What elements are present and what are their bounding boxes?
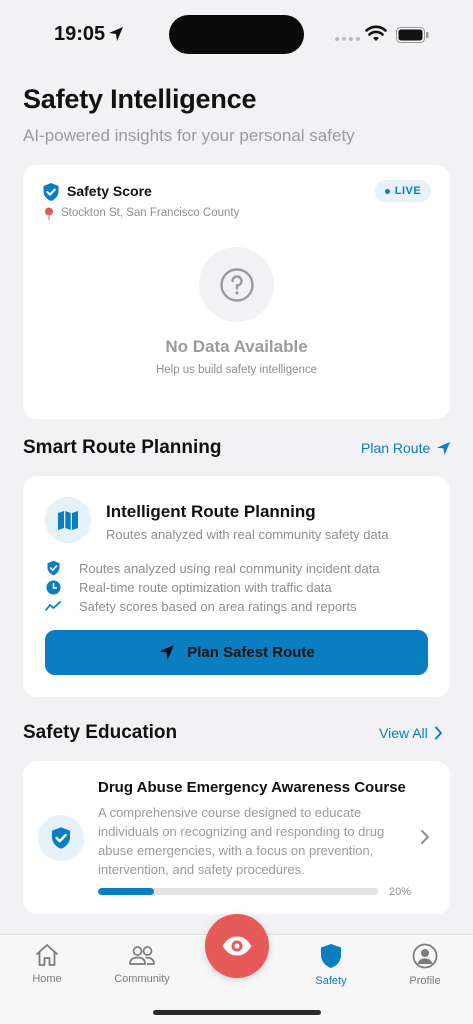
clock-icon — [45, 579, 61, 595]
status-bar: 19:05 — [0, 0, 473, 70]
navigation-arrow-icon — [159, 645, 175, 660]
route-section-title: Smart Route Planning — [23, 437, 222, 458]
no-data-indicator — [199, 247, 274, 322]
status-time: 19:05 — [54, 23, 106, 45]
profile-icon — [412, 943, 438, 969]
feature-item: Real-time route optimization with traffi… — [45, 579, 332, 595]
map-icon — [58, 511, 78, 530]
tab-profile-label: Profile — [409, 975, 441, 987]
map-pin-icon — [45, 207, 53, 221]
education-section-title: Safety Education — [23, 722, 178, 743]
plan-safest-route-label: Plan Safest Route — [187, 644, 315, 661]
no-data-title: No Data Available — [165, 337, 308, 356]
chevron-right-icon — [434, 726, 442, 740]
route-card-title: Intelligent Route Planning — [106, 502, 316, 521]
tab-profile[interactable]: Profile — [385, 943, 465, 987]
tab-community[interactable]: Community — [102, 943, 182, 985]
shield-check-icon — [45, 560, 61, 576]
tab-safety-label: Safety — [315, 975, 347, 987]
feature-text: Safety scores based on area ratings and … — [79, 598, 357, 614]
safety-score-card: Safety Score LIVE Stockton St, San Franc… — [23, 165, 450, 419]
shield-icon — [321, 944, 341, 968]
page-title: Safety Intelligence — [23, 84, 257, 114]
course-card[interactable]: Drug Abuse Emergency Awareness Course A … — [23, 761, 450, 914]
home-indicator — [153, 1010, 321, 1015]
map-icon-badge — [45, 497, 91, 543]
live-badge-label: LIVE — [394, 185, 422, 197]
course-progress-label: 20% — [389, 886, 412, 898]
tab-home-label: Home — [32, 973, 62, 985]
feature-item: Safety scores based on area ratings and … — [45, 598, 357, 614]
shield-check-icon — [52, 827, 70, 849]
safety-score-title: Safety Score — [67, 183, 152, 199]
tab-safety[interactable]: Safety — [291, 943, 371, 987]
no-data-subtitle: Help us build safety intelligence — [155, 364, 318, 376]
battery-icon — [396, 27, 429, 43]
chevron-right-icon — [421, 830, 429, 844]
cellular-signal-icon — [335, 37, 360, 41]
route-card-subtitle: Routes analyzed with real community safe… — [106, 527, 389, 542]
trend-icon — [45, 598, 61, 614]
emergency-watch-button[interactable] — [205, 914, 269, 978]
course-progress-bar — [98, 888, 378, 895]
navigation-arrow-icon — [437, 441, 451, 455]
feature-text: Real-time route optimization with traffi… — [79, 579, 332, 595]
course-description: A comprehensive course designed to educa… — [98, 805, 385, 877]
wifi-icon — [365, 25, 387, 41]
question-circle-icon — [219, 267, 254, 302]
tab-community-label: Community — [114, 973, 170, 985]
route-planning-card: Intelligent Route Planning Routes analyz… — [23, 476, 450, 697]
tab-home[interactable]: Home — [7, 943, 87, 985]
score-location: Stockton St, San Francisco County — [61, 207, 240, 219]
people-icon — [129, 946, 155, 965]
course-icon-badge — [38, 815, 84, 861]
eye-icon — [222, 936, 252, 956]
plan-safest-route-button[interactable]: Plan Safest Route — [45, 630, 428, 675]
plan-route-link[interactable]: Plan Route — [361, 440, 451, 456]
home-icon — [36, 944, 58, 966]
course-title: Drug Abuse Emergency Awareness Course — [98, 779, 406, 796]
course-progress-fill — [98, 888, 154, 895]
shield-check-icon — [43, 183, 59, 201]
live-dot-icon — [384, 188, 390, 194]
view-all-link[interactable]: View All — [379, 725, 443, 741]
view-all-label: View All — [379, 725, 428, 741]
feature-item: Routes analyzed using real community inc… — [45, 560, 380, 576]
location-arrow-icon — [109, 27, 123, 41]
dynamic-island — [169, 15, 304, 54]
plan-route-link-label: Plan Route — [361, 440, 431, 456]
live-badge: LIVE — [375, 180, 431, 202]
page-subtitle: AI-powered insights for your personal sa… — [23, 126, 355, 145]
feature-text: Routes analyzed using real community inc… — [79, 560, 380, 576]
